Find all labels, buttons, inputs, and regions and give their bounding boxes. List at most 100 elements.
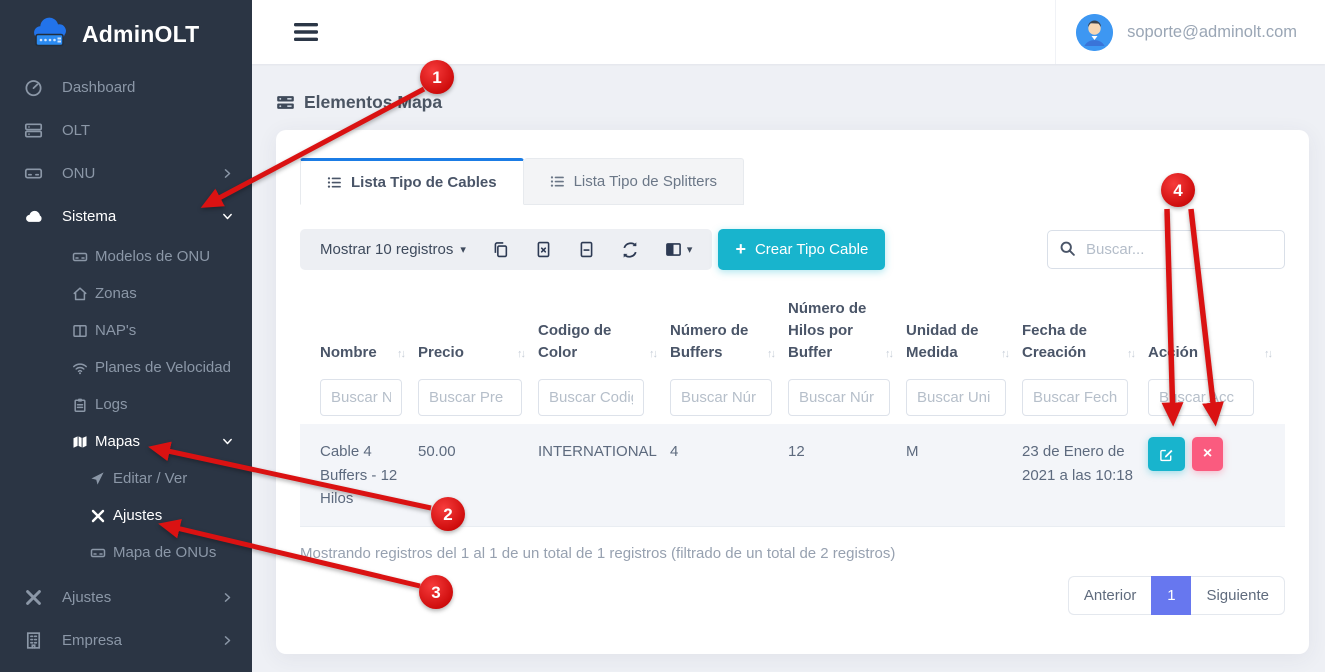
filter-input-codigo-color[interactable]: [538, 379, 644, 416]
column-label: Fecha de Creación: [1022, 320, 1123, 364]
sidebar-item-naps[interactable]: NAP's: [0, 312, 252, 349]
chevron-right-icon: [221, 634, 234, 647]
pagination-next[interactable]: Siguiente: [1191, 576, 1285, 615]
tab-label: Lista Tipo de Splitters: [574, 173, 717, 190]
home-icon: [72, 286, 88, 302]
sidebar-item-label: Sistema: [62, 208, 116, 225]
sidebar-item-label: Empresa: [62, 632, 122, 649]
sidebar-item-label: Modelos de ONU: [95, 248, 210, 265]
map-icon: [72, 434, 88, 450]
pagination-page-1[interactable]: 1: [1151, 576, 1191, 615]
wifi-icon: [72, 360, 88, 376]
search-box: [1047, 230, 1285, 269]
sidebar-item-label: Logs: [95, 396, 128, 413]
column-header-hilos-por-buffer[interactable]: Número de Hilos por Buffer ↑↓: [788, 284, 906, 375]
create-tipo-cable-button[interactable]: + Crear Tipo Cable: [718, 229, 885, 270]
column-header-accion[interactable]: Acción ↑↓: [1148, 284, 1285, 375]
sidebar-item-onu[interactable]: ONU: [0, 152, 252, 195]
server-icon: [24, 164, 43, 183]
sidebar-item-ajustes[interactable]: Ajustes: [0, 576, 252, 619]
clipboard-icon: [72, 397, 88, 413]
export-file-button[interactable]: [578, 241, 595, 258]
chevron-down-icon: [221, 210, 234, 223]
tools-icon: [24, 588, 43, 607]
create-button-label: Crear Tipo Cable: [755, 241, 868, 258]
tab-lista-tipo-cables[interactable]: Lista Tipo de Cables: [300, 158, 524, 205]
filter-input-precio[interactable]: [418, 379, 522, 416]
sidebar-item-logs[interactable]: Logs: [0, 386, 252, 423]
column-header-fecha-creacion[interactable]: Fecha de Creación ↑↓: [1022, 284, 1148, 375]
brand-cloud-icon: [30, 17, 72, 51]
pagination-prev[interactable]: Anterior: [1068, 576, 1152, 615]
filter-input-nombre[interactable]: [320, 379, 402, 416]
column-header-unidad-medida[interactable]: Unidad de Medida ↑↓: [906, 284, 1022, 375]
list-icon: [550, 174, 565, 189]
sort-icon: ↑↓: [881, 347, 892, 363]
export-excel-button[interactable]: [535, 241, 552, 258]
cables-table: Nombre ↑↓ Precio ↑↓ Codigo de Color ↑↓ N…: [300, 284, 1285, 527]
sidebar-item-dashboard[interactable]: Dashboard: [0, 66, 252, 109]
sidebar-item-olt[interactable]: OLT: [0, 109, 252, 152]
list-icon: [327, 175, 342, 190]
cell-nombre: Cable 4 Buffers - 12 Hilos: [300, 424, 418, 526]
edit-button[interactable]: [1148, 437, 1185, 471]
sidebar-item-mapas-ajustes[interactable]: Ajustes: [0, 497, 252, 534]
caret-down-icon: ▾: [460, 243, 466, 256]
app-root: AdminOLT Dashboard OLT: [0, 0, 1325, 672]
user-menu[interactable]: soporte@adminolt.com: [1055, 0, 1325, 64]
sidebar-item-label: Mapas: [95, 433, 140, 450]
sidebar-item-sistema[interactable]: Sistema: [0, 195, 252, 238]
server-icon: [90, 545, 106, 561]
sidebar-item-modelos-onu[interactable]: Modelos de ONU: [0, 238, 252, 275]
sidebar-item-label: Ajustes: [62, 589, 111, 606]
gauge-icon: [24, 78, 43, 97]
sidebar-item-mapa-de-onus[interactable]: Mapa de ONUs: [0, 534, 252, 571]
sidebar-nav: Dashboard OLT ONU: [0, 66, 252, 662]
copy-button[interactable]: [492, 241, 509, 258]
user-email: soporte@adminolt.com: [1127, 23, 1297, 42]
filter-input-numero-buffers[interactable]: [670, 379, 772, 416]
filter-input-accion[interactable]: [1148, 379, 1254, 416]
refresh-button[interactable]: [621, 241, 639, 259]
sort-icon: ↑↓: [513, 347, 524, 363]
filter-input-unidad-medida[interactable]: [906, 379, 1006, 416]
show-entries-select[interactable]: Mostrar 10 registros ▾: [320, 241, 466, 258]
sidebar-item-label: ONU: [62, 165, 95, 182]
table-header-row: Nombre ↑↓ Precio ↑↓ Codigo de Color ↑↓ N…: [300, 284, 1285, 375]
sidebar: AdminOLT Dashboard OLT: [0, 0, 252, 672]
pagination-row: Anterior 1 Siguiente: [300, 576, 1285, 615]
server-icon: [72, 249, 88, 265]
sidebar-item-planes-velocidad[interactable]: Planes de Velocidad: [0, 349, 252, 386]
search-icon: [1059, 240, 1076, 257]
column-header-nombre[interactable]: Nombre ↑↓: [300, 284, 418, 375]
sidebar-item-label: Planes de Velocidad: [95, 359, 231, 376]
filter-input-hilos-por-buffer[interactable]: [788, 379, 890, 416]
tab-lista-tipo-splitters[interactable]: Lista Tipo de Splitters: [524, 158, 744, 205]
search-input[interactable]: [1047, 230, 1285, 269]
toolbar-group: Mostrar 10 registros ▾: [300, 229, 712, 270]
sidebar-item-mapas[interactable]: Mapas: [0, 423, 252, 460]
page-title: Elementos Mapa: [304, 92, 442, 113]
column-visibility-button[interactable]: ▾: [665, 241, 693, 258]
sidebar-item-label: Ajustes: [113, 507, 162, 524]
column-header-precio[interactable]: Precio ↑↓: [418, 284, 538, 375]
column-header-numero-buffers[interactable]: Número de Buffers ↑↓: [670, 284, 788, 375]
caret-down-icon: ▾: [687, 243, 693, 256]
avatar: [1076, 14, 1113, 51]
server-icon: [276, 93, 295, 112]
table-filter-row: [300, 375, 1285, 424]
sidebar-item-zonas[interactable]: Zonas: [0, 275, 252, 312]
sidebar-item-label: Mapa de ONUs: [113, 544, 216, 561]
server-icon: [24, 121, 43, 140]
delete-button[interactable]: ×: [1192, 437, 1223, 471]
columns-icon: [72, 323, 88, 339]
filter-input-fecha-creacion[interactable]: [1022, 379, 1128, 416]
sidebar-item-empresa[interactable]: Empresa: [0, 619, 252, 662]
sidebar-toggle-button[interactable]: [294, 22, 318, 42]
sort-icon: ↑↓: [1123, 347, 1134, 363]
brand[interactable]: AdminOLT: [0, 0, 252, 64]
show-entries-label: Mostrar 10 registros: [320, 241, 453, 258]
cell-numero-buffers: 4: [670, 424, 788, 526]
sidebar-item-editar-ver[interactable]: Editar / Ver: [0, 460, 252, 497]
column-header-codigo-color[interactable]: Codigo de Color ↑↓: [538, 284, 670, 375]
